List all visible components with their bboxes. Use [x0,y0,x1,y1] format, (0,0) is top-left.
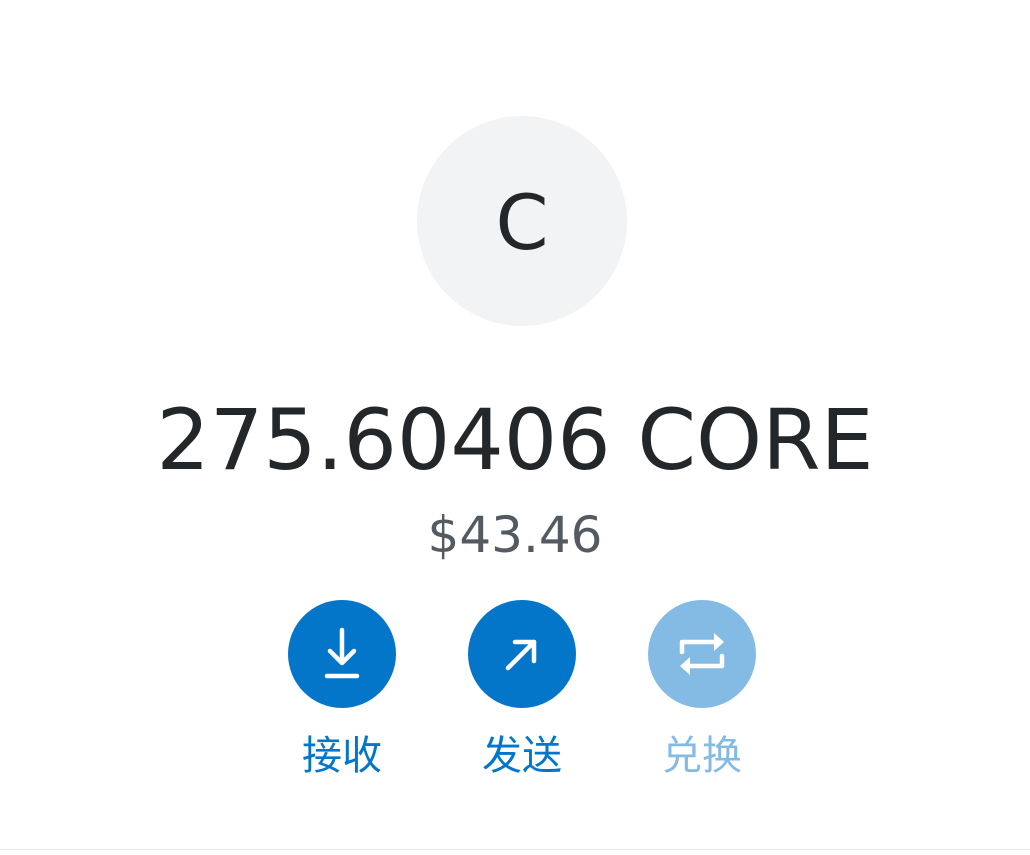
send-button-label[interactable]: 发送 [448,734,596,778]
send-button-circle[interactable] [468,600,576,708]
receive-button-circle[interactable] [288,600,396,708]
swap-button[interactable]: 兑换 [648,600,756,778]
swap-button-label[interactable]: 兑换 [628,734,776,778]
receive-button[interactable]: 接收 [288,600,396,778]
asset-overview: C 275.60406 CORE $43.46 接收 发送 兑换 [0,0,1030,855]
token-avatar-letter: C [495,178,549,267]
swap-icon [676,628,728,680]
send-button[interactable]: 发送 [468,600,576,778]
bottom-divider [0,849,1030,850]
swap-button-circle[interactable] [648,600,756,708]
fiat-balance: $43.46 [427,506,603,564]
token-balance: 275.60406 CORE [156,391,874,489]
receive-button-label[interactable]: 接收 [268,734,416,778]
download-icon [320,626,364,682]
arrow-up-right-icon [500,632,544,676]
token-avatar: C [417,116,627,326]
